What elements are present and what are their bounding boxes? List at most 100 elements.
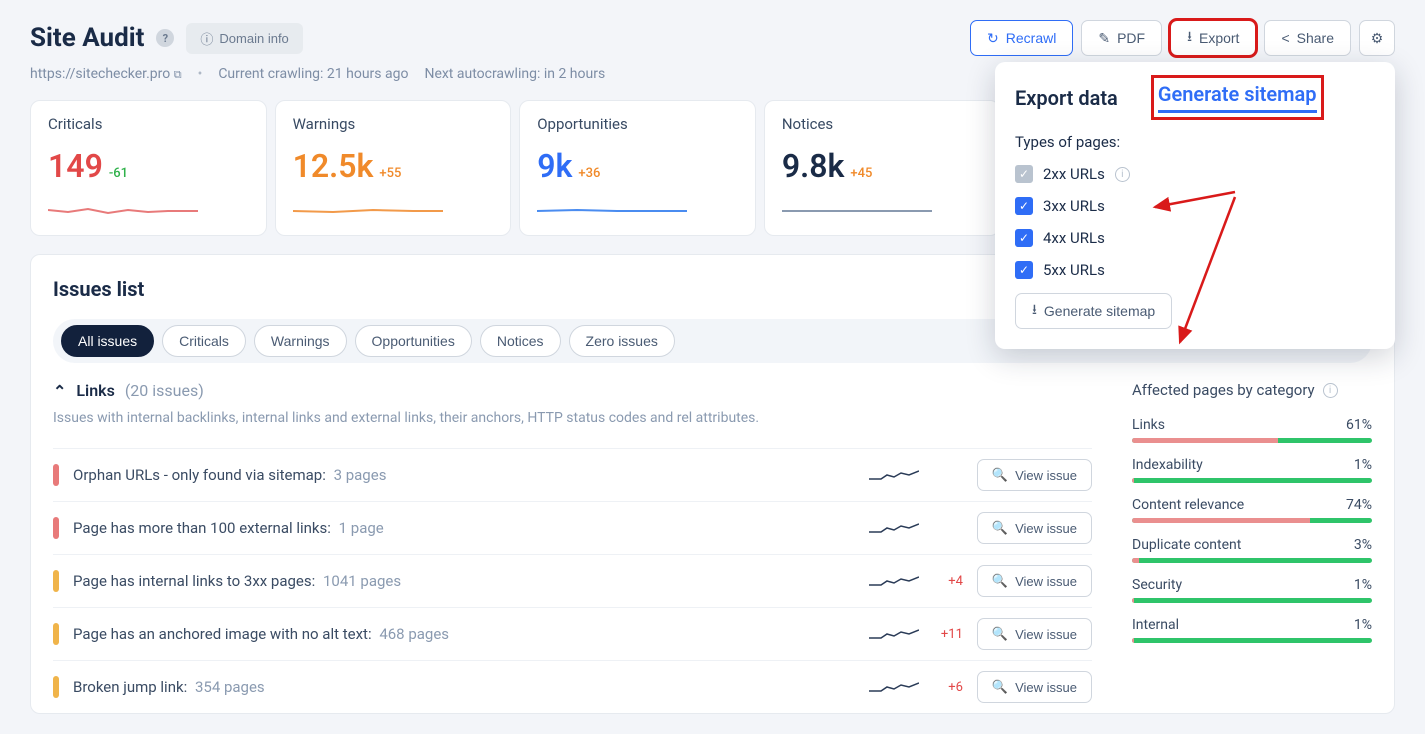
affected-bar: [1132, 558, 1372, 563]
download-icon: ⭳: [1032, 299, 1037, 323]
issue-row[interactable]: Page has an anchored image with no alt t…: [53, 607, 1092, 660]
filter-opportunities[interactable]: Opportunities: [355, 325, 472, 357]
category-toggle[interactable]: ⌄ Links (20 issues): [53, 381, 1092, 400]
search-icon: 🔍: [992, 679, 1008, 695]
export-button[interactable]: ⭳ Export: [1170, 20, 1256, 56]
card-title: Warnings: [293, 115, 494, 133]
card-value: 9k: [537, 147, 572, 185]
affected-row[interactable]: Links 61%: [1132, 417, 1372, 443]
gear-icon: ⚙: [1371, 30, 1384, 47]
checkbox-3xx[interactable]: ✓ 3xx URLs: [1015, 197, 1375, 215]
separator-dot: •: [198, 66, 203, 82]
recrawl-button[interactable]: ↻ Recrawl: [970, 20, 1073, 56]
view-issue-button[interactable]: 🔍View issue: [977, 512, 1092, 544]
card-title: Notices: [782, 115, 983, 133]
affected-bar: [1132, 518, 1372, 523]
card-warnings[interactable]: Warnings 12.5k+55: [275, 100, 512, 236]
card-opportunities[interactable]: Opportunities 9k +36: [519, 100, 756, 236]
site-url-link[interactable]: https://sitechecker.pro ⧉: [30, 66, 182, 82]
sparkline: [782, 195, 983, 225]
card-delta: +55: [379, 166, 401, 181]
issue-delta: +11: [933, 627, 963, 642]
issue-row[interactable]: Orphan URLs - only found via sitemap: 3 …: [53, 448, 1092, 501]
severity-indicator: [53, 517, 59, 539]
generate-sitemap-button[interactable]: ⭳ Generate sitemap: [1015, 293, 1172, 329]
filter-notices[interactable]: Notices: [480, 325, 561, 357]
affected-name: Links: [1132, 417, 1165, 433]
sparkline: [293, 195, 494, 225]
affected-name: Internal: [1132, 617, 1179, 633]
issue-text: Broken jump link: 354 pages: [73, 678, 855, 696]
generate-sitemap-label: Generate sitemap: [1044, 303, 1155, 319]
card-criticals[interactable]: Criticals 149-61: [30, 100, 267, 236]
category-count: (20 issues): [125, 381, 204, 400]
affected-row[interactable]: Indexability1%: [1132, 457, 1372, 483]
checkbox-3xx-label: 3xx URLs: [1043, 197, 1105, 215]
mini-chart: [869, 465, 919, 485]
checkbox-4xx[interactable]: ✓ 4xx URLs: [1015, 229, 1375, 247]
affected-row[interactable]: Internal1%: [1132, 617, 1372, 643]
info-icon: ⓘ: [200, 29, 213, 48]
severity-indicator: [53, 570, 59, 592]
issue-row[interactable]: Broken jump link: 354 pages +6 🔍View iss…: [53, 660, 1092, 713]
affected-name: Duplicate content: [1132, 537, 1241, 553]
affected-pct: 1%: [1354, 457, 1372, 473]
category-description: Issues with internal backlinks, internal…: [53, 410, 1092, 426]
filter-criticals[interactable]: Criticals: [162, 325, 246, 357]
domain-info-button[interactable]: ⓘ Domain info: [186, 23, 302, 54]
pdf-icon: ✎: [1098, 30, 1110, 47]
severity-indicator: [53, 464, 59, 486]
next-crawl: Next autocrawling: in 2 hours: [424, 66, 605, 82]
affected-bar: [1132, 438, 1372, 443]
view-issue-button[interactable]: 🔍View issue: [977, 459, 1092, 491]
site-url-text: https://sitechecker.pro: [30, 66, 170, 82]
search-icon: 🔍: [992, 467, 1008, 483]
info-icon[interactable]: i: [1323, 383, 1338, 398]
filter-zero[interactable]: Zero issues: [569, 325, 675, 357]
checkbox-5xx[interactable]: ✓ 5xx URLs: [1015, 261, 1375, 279]
mini-chart: [869, 677, 919, 697]
view-issue-button[interactable]: 🔍View issue: [977, 618, 1092, 650]
sparkline: [537, 195, 738, 225]
issue-row[interactable]: Page has more than 100 external links: 1…: [53, 501, 1092, 554]
sparkline: [48, 195, 249, 225]
check-icon: ✓: [1015, 261, 1033, 279]
tab-generate-sitemap[interactable]: Generate sitemap: [1158, 82, 1317, 113]
issue-row[interactable]: Page has internal links to 3xx pages: 10…: [53, 554, 1092, 607]
affected-pct: 3%: [1354, 537, 1372, 553]
affected-row[interactable]: Content relevance74%: [1132, 497, 1372, 523]
card-value: 9.8k: [782, 147, 845, 185]
recrawl-label: Recrawl: [1006, 30, 1057, 46]
check-icon: ✓: [1015, 165, 1033, 183]
tab-export-data[interactable]: Export data: [1015, 86, 1118, 110]
card-delta: +45: [850, 166, 872, 181]
affected-row[interactable]: Duplicate content 3%: [1132, 537, 1372, 563]
view-issue-button[interactable]: 🔍View issue: [977, 565, 1092, 597]
affected-bar: [1132, 478, 1372, 483]
affected-bar: [1132, 638, 1372, 643]
share-icon: <: [1281, 30, 1289, 46]
issue-text: Page has internal links to 3xx pages: 10…: [73, 572, 855, 590]
card-title: Opportunities: [537, 115, 738, 133]
settings-button[interactable]: ⚙: [1359, 20, 1395, 56]
affected-title: Affected pages by category: [1132, 381, 1315, 399]
search-icon: 🔍: [992, 626, 1008, 642]
card-notices[interactable]: Notices 9.8k +45: [764, 100, 1001, 236]
refresh-icon: ↻: [987, 30, 999, 47]
info-icon[interactable]: i: [1115, 167, 1130, 182]
help-icon[interactable]: ?: [156, 29, 174, 47]
filter-warnings[interactable]: Warnings: [254, 325, 347, 357]
card-delta: +36: [578, 166, 600, 181]
affected-row[interactable]: Security1%: [1132, 577, 1372, 603]
filter-all[interactable]: All issues: [61, 325, 154, 357]
pdf-label: PDF: [1117, 30, 1145, 46]
mini-chart: [869, 518, 919, 538]
affected-pct: 61%: [1346, 417, 1372, 433]
affected-pct: 1%: [1354, 577, 1372, 593]
share-button[interactable]: < Share: [1264, 20, 1351, 56]
current-crawl: Current crawling: 21 hours ago: [218, 66, 408, 82]
pdf-button[interactable]: ✎ PDF: [1081, 20, 1162, 56]
search-icon: 🔍: [992, 573, 1008, 589]
checkbox-2xx[interactable]: ✓ 2xx URLs i: [1015, 165, 1375, 183]
view-issue-button[interactable]: 🔍View issue: [977, 671, 1092, 703]
